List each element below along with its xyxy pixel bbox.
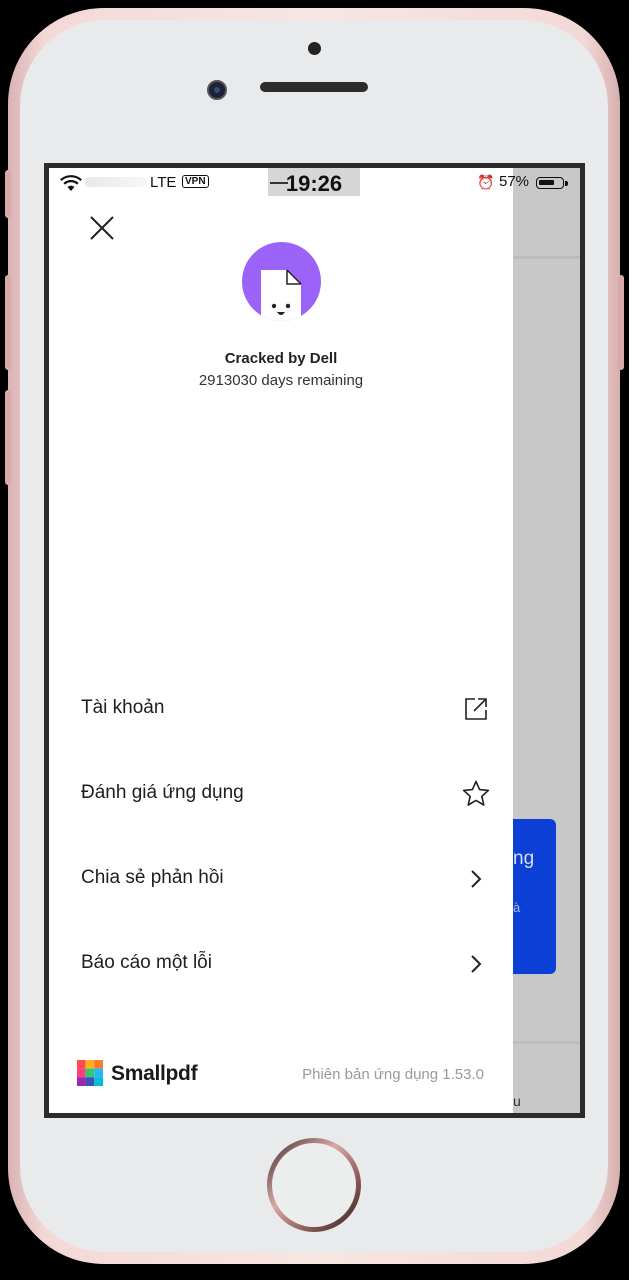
home-button[interactable] bbox=[267, 1138, 361, 1232]
menu-item-account[interactable]: Tài khoản bbox=[49, 679, 513, 739]
close-icon bbox=[90, 216, 114, 240]
subscription-status: 2913030 days remaining bbox=[198, 372, 364, 389]
menu-item-report-bug[interactable]: Báo cáo một lỗi bbox=[49, 934, 513, 994]
app-version: Phiên bản ứng dụng 1.53.0 bbox=[302, 1066, 484, 1083]
background-text: u bbox=[513, 1093, 521, 1109]
chevron-right-icon bbox=[471, 870, 482, 888]
smallpdf-logo-icon bbox=[77, 1060, 103, 1086]
menu-item-share-feedback[interactable]: Chia sẻ phản hồi bbox=[49, 849, 513, 909]
network-type: LTE bbox=[150, 174, 177, 191]
screen-content: ng à u Cracked by Dell 2913030 days rema… bbox=[49, 168, 580, 1113]
background-card-subtext: à bbox=[513, 900, 521, 915]
proximity-sensor bbox=[308, 42, 321, 55]
close-button[interactable] bbox=[87, 213, 117, 243]
front-camera bbox=[207, 80, 227, 100]
wifi-icon bbox=[60, 175, 82, 191]
menu-item-label: Tài khoản bbox=[81, 697, 165, 718]
avatar bbox=[242, 242, 321, 321]
battery-percent: 57% bbox=[499, 173, 530, 190]
star-icon bbox=[462, 780, 490, 806]
external-link-icon bbox=[465, 698, 487, 720]
menu-item-rate-app[interactable]: Đánh giá ứng dụng bbox=[49, 764, 513, 824]
menu-item-label: Đánh giá ứng dụng bbox=[81, 782, 244, 803]
profile-name: Cracked by Dell bbox=[224, 350, 338, 367]
background-divider bbox=[513, 256, 580, 259]
alarm-icon: ⏰ bbox=[477, 174, 495, 190]
volume-up-button bbox=[5, 275, 11, 370]
mute-switch bbox=[5, 170, 11, 218]
carrier-name-redacted bbox=[85, 177, 147, 187]
earpiece-speaker bbox=[260, 82, 368, 92]
battery-icon bbox=[536, 177, 568, 189]
menu-item-label: Báo cáo một lỗi bbox=[81, 952, 212, 973]
status-bar: LTE VPN 19:26 ⏰ 57% bbox=[49, 168, 580, 198]
background-card-text: ng bbox=[513, 848, 535, 869]
brand-name: Smallpdf bbox=[111, 1062, 198, 1085]
power-button bbox=[618, 275, 624, 370]
menu-item-label: Chia sẻ phản hồi bbox=[81, 867, 224, 888]
status-time: 19:26 bbox=[285, 171, 343, 196]
background-divider bbox=[513, 1041, 580, 1044]
volume-down-button bbox=[5, 390, 11, 485]
phone-screen: ng à u Cracked by Dell 2913030 days rema… bbox=[44, 163, 585, 1118]
vpn-badge: VPN bbox=[182, 175, 209, 188]
document-face-icon bbox=[261, 269, 302, 321]
side-drawer: Cracked by Dell 2913030 days remaining T… bbox=[49, 168, 513, 1113]
background-action-card bbox=[513, 819, 556, 974]
chevron-right-icon bbox=[471, 955, 482, 973]
